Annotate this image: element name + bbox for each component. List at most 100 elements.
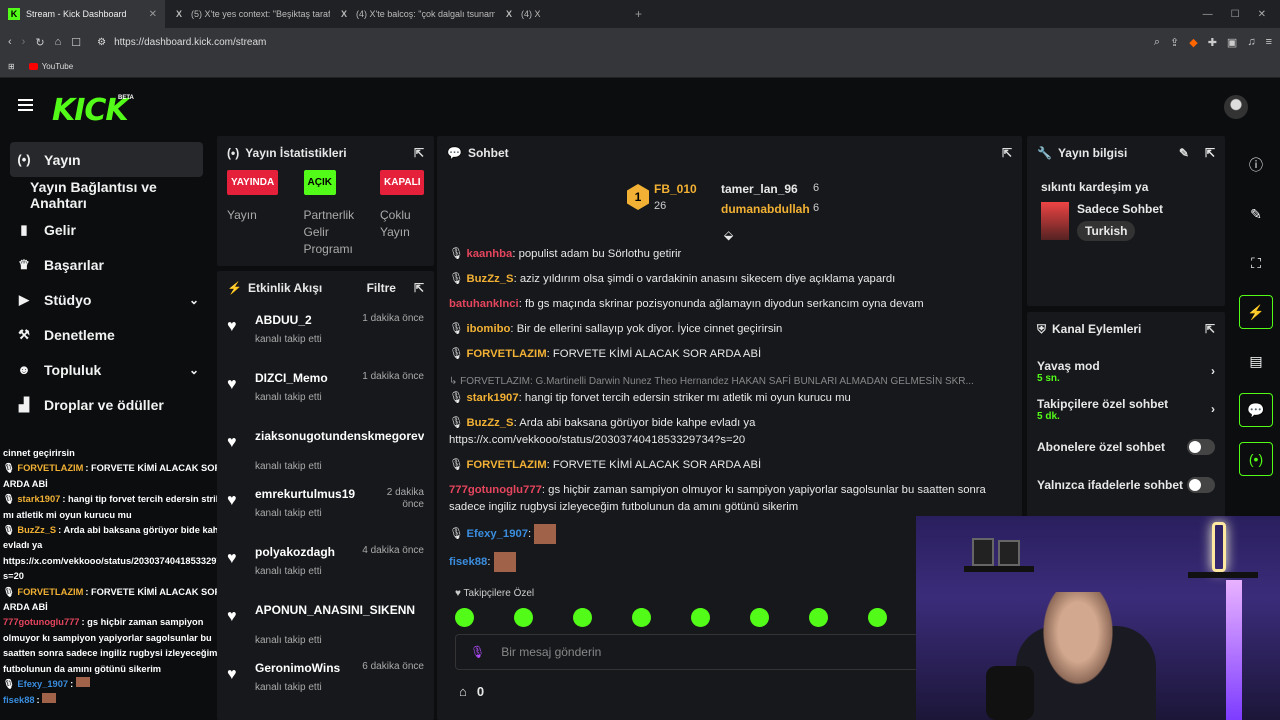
sidebar-item-droplar[interactable]: ▟ Droplar ve ödüller [0,387,215,422]
sidebar-item-denetleme[interactable]: ⚒ Denetleme [0,317,215,352]
popout-icon[interactable]: ⇱ [1205,322,1215,336]
heart-icon: ♥ [227,550,237,567]
chat-user[interactable]: ibomibo [466,323,510,335]
sub-only-toggle[interactable] [1187,439,1215,455]
info-icon[interactable]: ⓘ [1239,148,1273,182]
popout-icon[interactable]: ⇱ [1205,146,1215,160]
chat-user[interactable]: batuhankInci [449,298,519,310]
bookmark-icon[interactable]: ☐ [71,36,81,49]
chat-text: : FORVETE KİMİ ALACAK SOR ARDA ABİ [546,348,762,360]
emote-icon[interactable] [868,608,887,627]
chat-user[interactable]: Efexy_1907 [466,528,528,540]
clip-icon[interactable]: ⛶ [1239,246,1273,280]
filter-button[interactable]: Filtre [367,281,396,295]
chat-icon[interactable]: 💬 [1239,393,1273,427]
lightning-icon[interactable]: ⚡ [1239,295,1273,329]
brave-shield-icon[interactable]: ◆ [1189,36,1197,49]
sidebar-item-gelir[interactable]: ▮ Gelir [0,212,215,247]
store-button[interactable]: ⌂ 0 [459,684,484,699]
chat-input[interactable]: 🎙 Bir mesaj gönderin [455,634,925,670]
popout-icon[interactable]: ⇱ [1002,146,1012,160]
chevron-down-icon[interactable]: ⌄ [189,363,199,377]
followers-only-text: Takipçilere Özel [463,588,535,599]
share-icon[interactable]: ⇪ [1170,36,1179,49]
edit-icon[interactable]: ✎ [1179,146,1189,160]
slow-mode-row[interactable]: Yavaş mod 5 sn. › [1027,352,1225,390]
kick-logo[interactable]: KICK [52,93,129,128]
beta-badge: BETA [118,95,134,101]
follower-name[interactable]: ABDUU_2 [255,313,342,327]
followers-only-row[interactable]: Takipçilere özel sohbet 5 dk. › [1027,390,1225,428]
chat-user[interactable]: FORVETLAZIM [466,459,546,471]
leader-name[interactable]: FB_010 [654,182,697,196]
browser-tab-x-3[interactable]: X (4) X [495,0,635,28]
maximize-icon[interactable]: ☐ [1231,9,1240,20]
emote-icon[interactable] [750,608,769,627]
emote-icon[interactable] [809,608,828,627]
address-bar[interactable]: ⚙ https://dashboard.kick.com/stream [91,31,1144,53]
minimize-icon[interactable]: — [1203,9,1213,20]
chat-user[interactable]: kaanhba [466,248,512,260]
follower-name[interactable]: DIZCI_Memo [255,371,342,385]
sidebar-item-stream-key[interactable]: Yayın Bağlantısı ve Anahtarı [0,177,215,212]
timestamp: 4 dakika önce [362,545,424,556]
emote-icon[interactable] [632,608,651,627]
follower-name[interactable]: polyakozdagh [255,545,342,559]
browser-tab-x-1[interactable]: X (5) X'te yes context: "Beşiktaş taraft… [165,0,330,28]
follower-name[interactable]: ziaksonugotundenskmegorev [255,429,424,443]
follower-name[interactable]: GeronimoWins [255,661,342,675]
apps-grid-icon[interactable]: ⊞ [8,62,15,71]
user-avatar[interactable] [1224,95,1248,119]
menu-icon[interactable]: ≡ [1266,36,1272,48]
home-icon[interactable]: ⌂ [55,36,62,48]
chat-user[interactable]: fisek88 [449,556,487,568]
new-tab-icon[interactable]: + [635,7,642,21]
site-info-icon[interactable]: ⚙ [97,37,106,48]
close-window-icon[interactable]: ✕ [1258,9,1266,20]
sidebar-item-topluluk[interactable]: ☻ Topluluk ⌄ [0,352,215,387]
chevron-down-icon[interactable]: ⌄ [189,293,199,307]
reload-icon[interactable]: ↻ [35,36,44,49]
emote-icon[interactable] [573,608,592,627]
follower-name[interactable]: emrekurtulmus19 [255,487,368,501]
chat-user[interactable]: BuzZz_S [466,417,513,429]
emote-icon[interactable] [455,608,474,627]
follower-name[interactable]: APONUN_ANASINI_SIKENN [255,603,424,617]
popout-icon[interactable]: ⇱ [414,146,424,160]
hamburger-menu-icon[interactable] [18,99,33,111]
wallet-icon[interactable]: ▣ [1227,36,1237,49]
emote-icon[interactable] [514,608,533,627]
bookmark-youtube[interactable]: YouTube [28,62,73,71]
popout-icon[interactable]: ⇱ [414,281,424,295]
emote-icon[interactable] [691,608,710,627]
moderation-icon: ⚒ [18,326,30,342]
sidebar-item-basarilar[interactable]: ♛ Başarılar [0,247,215,282]
sidebar-item-label: Stüdyo [44,291,92,308]
category-name[interactable]: Sadece Sohbet [1077,202,1163,216]
broadcast-icon[interactable]: (•) [1239,442,1273,476]
tab-close-icon[interactable]: ✕ [149,9,157,20]
chat-user[interactable]: stark1907 [466,392,518,404]
sidebar-item-studyo[interactable]: ▶ Stüdyo ⌄ [0,282,215,317]
microphone-icon[interactable]: 🎙 [470,645,485,659]
revenue-icon: ▮ [20,221,28,237]
zoom-icon[interactable]: ⌕ [1154,36,1160,49]
collapse-icon[interactable]: ⬙ [724,228,733,242]
chat-user[interactable]: FORVETLAZIM [466,348,546,360]
extensions-icon[interactable]: ✚ [1208,36,1217,49]
chat-user[interactable]: BuzZz_S [466,273,513,285]
browser-tab-kick[interactable]: K Stream - Kick Dashboard ✕ [0,0,165,28]
emote-only-row: Yalnızca ifadelerle sohbet [1027,466,1225,504]
browser-tab-x-2[interactable]: X (4) X'te balcoş: "çok dalgalı tsunami.… [330,0,495,28]
leader-name[interactable]: tamer_lan_96 [721,182,798,196]
chat-user[interactable]: 777gotunoglu777 [449,484,542,496]
media-icon[interactable]: ♫ [1247,36,1255,48]
forward-icon[interactable]: › [22,36,26,48]
leader-name[interactable]: dumanabdullah [721,202,810,216]
shelf-image [964,566,1034,572]
back-icon[interactable]: ‹ [8,36,12,48]
emote-only-toggle[interactable] [1187,477,1215,493]
notes-icon[interactable]: ▤ [1239,344,1273,378]
sidebar-item-yayin[interactable]: (•) Yayın [10,142,203,177]
pencil-icon[interactable]: ✎ [1239,197,1273,231]
